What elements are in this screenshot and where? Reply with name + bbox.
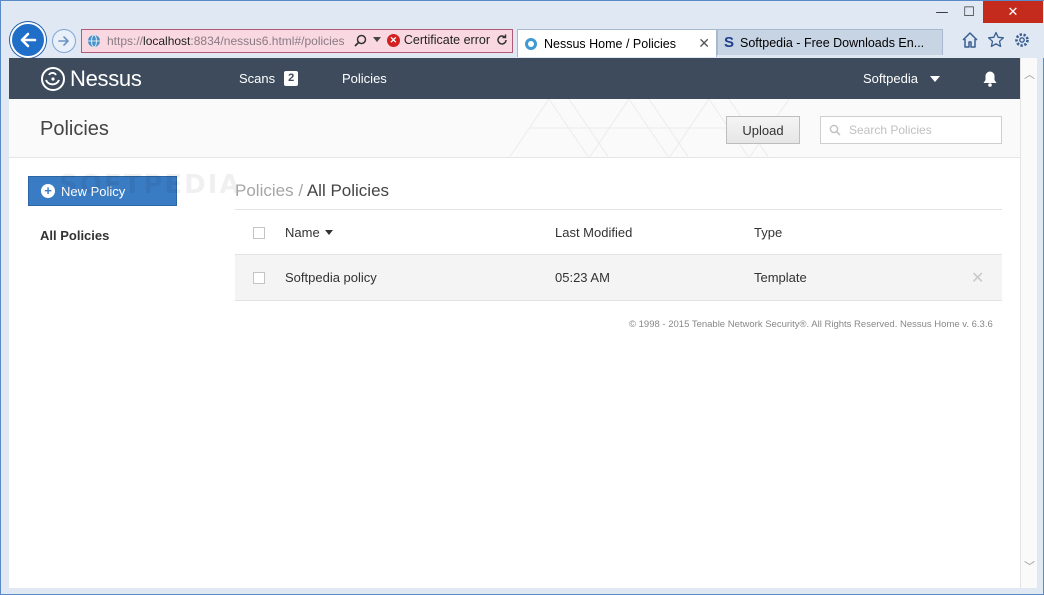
nessus-favicon-icon xyxy=(525,37,537,50)
policy-type: Template xyxy=(754,270,807,285)
address-tools: ✕ Certificate error xyxy=(354,33,508,47)
chevron-down-icon xyxy=(929,75,940,82)
page-title-bar: Policies Upload xyxy=(9,99,1020,158)
sidebar-item-all-policies[interactable]: All Policies xyxy=(40,228,109,243)
gear-icon[interactable] xyxy=(1013,31,1031,49)
error-icon: ✕ xyxy=(386,33,400,47)
column-type[interactable]: Type xyxy=(754,225,782,240)
search-icon xyxy=(829,124,841,136)
chevron-down-icon[interactable] xyxy=(372,37,381,43)
url-text: https://localhost:8834/nessus6.html#/pol… xyxy=(107,34,345,48)
upload-button[interactable]: Upload xyxy=(726,116,800,144)
delete-policy-icon[interactable]: ✕ xyxy=(971,268,984,287)
vertical-scrollbar[interactable]: ︿ ﹀ xyxy=(1020,58,1037,588)
nav-scans[interactable]: Scans 2 xyxy=(239,71,299,86)
row-checkbox[interactable] xyxy=(253,272,265,284)
maximize-button[interactable]: ☐ xyxy=(956,1,982,23)
page-viewport: Nessus Scans 2 Policies Softpedia Polici… xyxy=(9,58,1020,588)
nav-scans-label: Scans xyxy=(239,71,276,86)
arrow-left-icon xyxy=(20,32,37,48)
plus-icon: + xyxy=(41,184,55,198)
column-name-label: Name xyxy=(285,225,320,240)
forward-button[interactable] xyxy=(52,29,76,53)
column-name[interactable]: Name xyxy=(285,225,333,240)
footer-copyright: © 1998 - 2015 Tenable Network Security®.… xyxy=(629,319,993,330)
scans-count-badge: 2 xyxy=(284,71,299,86)
browser-window: — ☐ ✕ https://localhost:8834/nessus6.htm… xyxy=(0,0,1044,595)
new-policy-button[interactable]: + New Policy xyxy=(28,176,177,206)
tab-softpedia[interactable]: S Softpedia - Free Downloads En... xyxy=(717,29,943,55)
nessus-logo[interactable]: Nessus xyxy=(40,66,142,92)
select-all-checkbox[interactable] xyxy=(253,227,265,239)
nav-policies[interactable]: Policies xyxy=(342,71,387,86)
tab-title: Softpedia - Free Downloads En... xyxy=(740,35,925,50)
breadcrumb-separator: / xyxy=(293,181,307,200)
search-policies-input[interactable] xyxy=(849,123,989,137)
nessus-logo-icon xyxy=(41,67,65,91)
close-window-button[interactable]: ✕ xyxy=(983,1,1043,23)
scroll-up-icon[interactable]: ︿ xyxy=(1024,66,1035,82)
column-last-modified[interactable]: Last Modified xyxy=(555,225,632,240)
policies-table: Name Last Modified Type Softpedia policy… xyxy=(235,209,1002,301)
policy-name: Softpedia policy xyxy=(285,270,377,285)
user-menu[interactable]: Softpedia xyxy=(863,71,940,86)
breadcrumb-current: All Policies xyxy=(306,181,390,200)
search-policies-box[interactable] xyxy=(820,116,1002,144)
tab-title: Nessus Home / Policies xyxy=(544,36,676,51)
new-policy-label: New Policy xyxy=(61,183,126,199)
browser-chrome: — ☐ ✕ https://localhost:8834/nessus6.htm… xyxy=(1,1,1044,58)
breadcrumb: Policies / All Policies xyxy=(235,181,389,201)
tab-close-icon[interactable]: ✕ xyxy=(698,35,710,52)
table-row[interactable]: Softpedia policy 05:23 AM Template ✕ xyxy=(235,255,1002,301)
brand-name: Nessus xyxy=(70,66,142,91)
certificate-error-indicator[interactable]: ✕ Certificate error xyxy=(386,33,490,47)
minimize-button[interactable]: — xyxy=(929,1,955,23)
arrow-right-icon xyxy=(58,36,69,46)
address-bar[interactable]: https://localhost:8834/nessus6.html#/pol… xyxy=(81,29,513,53)
globe-icon xyxy=(88,34,100,48)
user-name: Softpedia xyxy=(863,71,918,86)
sort-down-icon xyxy=(324,230,333,235)
tab-nessus[interactable]: Nessus Home / Policies ✕ xyxy=(517,29,717,57)
table-header: Name Last Modified Type xyxy=(235,209,1002,255)
bell-icon[interactable] xyxy=(982,70,998,87)
softpedia-favicon-icon: S xyxy=(724,34,735,51)
page-title: Policies xyxy=(40,118,109,140)
certificate-error-label: Certificate error xyxy=(403,33,490,47)
browser-toolbar-icons xyxy=(961,31,1031,49)
search-icon[interactable] xyxy=(354,34,367,47)
star-icon[interactable] xyxy=(987,31,1005,49)
refresh-icon[interactable] xyxy=(496,34,508,46)
scroll-down-icon[interactable]: ﹀ xyxy=(1024,558,1035,574)
back-button[interactable] xyxy=(10,22,46,58)
nessus-navbar: Nessus Scans 2 Policies Softpedia xyxy=(9,58,1020,99)
breadcrumb-root[interactable]: Policies xyxy=(235,181,294,200)
policy-last-modified: 05:23 AM xyxy=(555,270,610,285)
home-icon[interactable] xyxy=(961,31,979,49)
